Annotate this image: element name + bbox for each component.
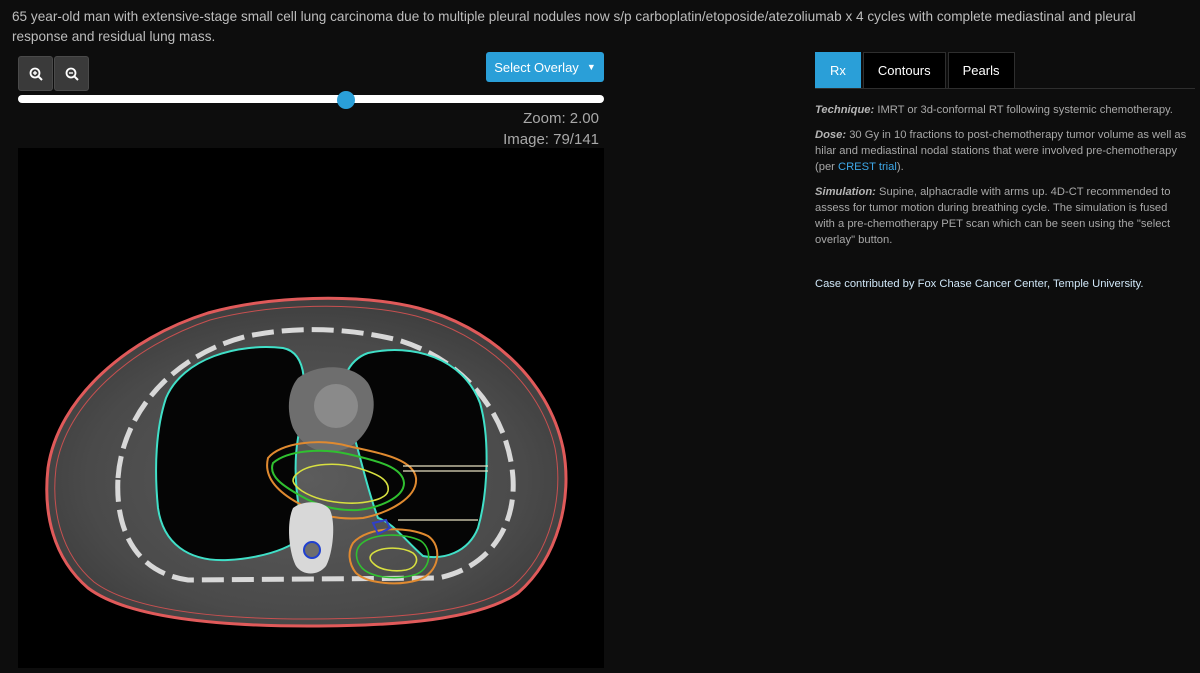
tab-divider — [815, 88, 1195, 89]
select-overlay-dropdown[interactable]: Select Overlay ▼ — [486, 52, 604, 82]
zoom-in-icon — [29, 67, 43, 81]
ct-slice-image — [45, 296, 568, 628]
zoom-in-button[interactable] — [18, 56, 53, 91]
technique-paragraph: Technique: IMRT or 3d-conformal RT follo… — [815, 102, 1187, 118]
rx-panel: Technique: IMRT or 3d-conformal RT follo… — [815, 102, 1187, 257]
dose-label: Dose: — [815, 129, 847, 141]
zoom-readout: Zoom: 2.00 — [523, 110, 599, 127]
case-credit: Case contributed by Fox Chase Cancer Cen… — [815, 278, 1144, 290]
right-lung-contour — [155, 346, 306, 562]
technique-text: IMRT or 3d-conformal RT following system… — [874, 104, 1173, 116]
simulation-label: Simulation: — [815, 186, 876, 198]
crest-trial-link[interactable]: CREST trial — [838, 161, 897, 173]
spinal-cord-contour — [303, 541, 321, 559]
tab-contours[interactable]: Contours — [862, 52, 946, 88]
zoom-slider-thumb[interactable] — [337, 91, 356, 109]
ct-image-viewer[interactable] — [18, 148, 604, 668]
case-description: 65 year-old man with extensive-stage sma… — [12, 9, 1136, 44]
zoom-out-button[interactable] — [54, 56, 89, 91]
dose-paragraph: Dose: 30 Gy in 10 fractions to post-chem… — [815, 127, 1187, 175]
chevron-down-icon: ▼ — [586, 62, 596, 72]
info-tabs: Rx Contours Pearls — [815, 52, 1017, 88]
zoom-slider[interactable] — [18, 91, 604, 109]
tab-pearls[interactable]: Pearls — [947, 52, 1015, 88]
technique-label: Technique: — [815, 104, 875, 116]
image-index-readout: Image: 79/141 — [503, 131, 599, 148]
zoom-out-icon — [65, 67, 79, 81]
select-overlay-label: Select Overlay — [494, 59, 579, 75]
dose-end: ). — [896, 161, 904, 173]
tab-rx[interactable]: Rx — [815, 52, 861, 88]
simulation-paragraph: Simulation: Supine, alphacradle with arm… — [815, 184, 1187, 248]
